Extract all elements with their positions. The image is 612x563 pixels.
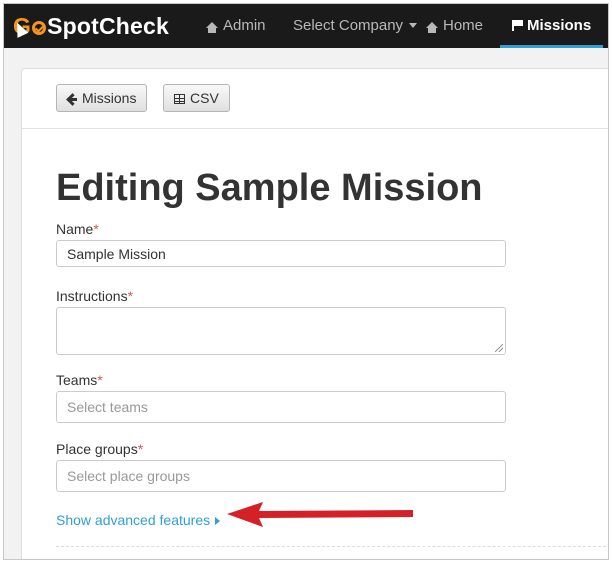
nav-admin-label: Admin: [223, 17, 266, 34]
name-label: Name*: [56, 221, 99, 237]
csv-button[interactable]: CSV: [163, 84, 230, 112]
name-input[interactable]: [56, 240, 506, 267]
arrow-left-icon: [67, 94, 77, 104]
nav-home-label: Home: [443, 17, 484, 34]
flag-icon: [512, 20, 523, 31]
gospotcheck-logo[interactable]: G SpotCheck: [13, 13, 169, 39]
home-icon: [206, 22, 218, 33]
toolbar: Missions CSV: [22, 69, 608, 129]
nav-select-company-label: Select Company: [293, 17, 404, 34]
show-advanced-features-link[interactable]: Show advanced features: [56, 511, 221, 529]
place-groups-label: Place groups*: [56, 441, 144, 457]
advanced-link-label: Show advanced features: [56, 512, 211, 528]
app-window: G SpotCheck Admin Select Company Home Mis…: [3, 3, 609, 560]
instructions-label: Instructions*: [56, 288, 134, 304]
nav-missions-label: Missions: [527, 17, 592, 34]
section-divider: [56, 546, 608, 547]
top-navbar: G SpotCheck Admin Select Company Home Mis…: [4, 4, 608, 48]
nav-select-company[interactable]: Select Company: [293, 4, 418, 48]
place-groups-select[interactable]: [56, 460, 506, 492]
chevron-down-icon: [409, 23, 418, 28]
page-title: Editing Sample Mission: [56, 167, 483, 209]
table-icon: [174, 94, 185, 104]
nav-home[interactable]: Home: [426, 4, 483, 48]
nav-missions[interactable]: Missions: [500, 4, 604, 48]
caret-right-icon: [215, 517, 221, 525]
missions-button-label: Missions: [82, 90, 137, 106]
resize-handle-icon[interactable]: [495, 344, 503, 352]
edit-mission-card: Missions CSV Editing Sample Mission Name…: [21, 68, 608, 559]
teams-select[interactable]: [56, 391, 506, 423]
active-tab-indicator: [500, 45, 604, 48]
csv-button-label: CSV: [190, 90, 219, 106]
nav-admin[interactable]: Admin: [206, 4, 266, 48]
home-icon: [426, 22, 438, 33]
teams-label: Teams*: [56, 372, 103, 388]
back-to-missions-button[interactable]: Missions: [56, 84, 148, 112]
instructions-textarea[interactable]: [56, 307, 506, 355]
annotation-arrow-icon: [227, 502, 413, 527]
